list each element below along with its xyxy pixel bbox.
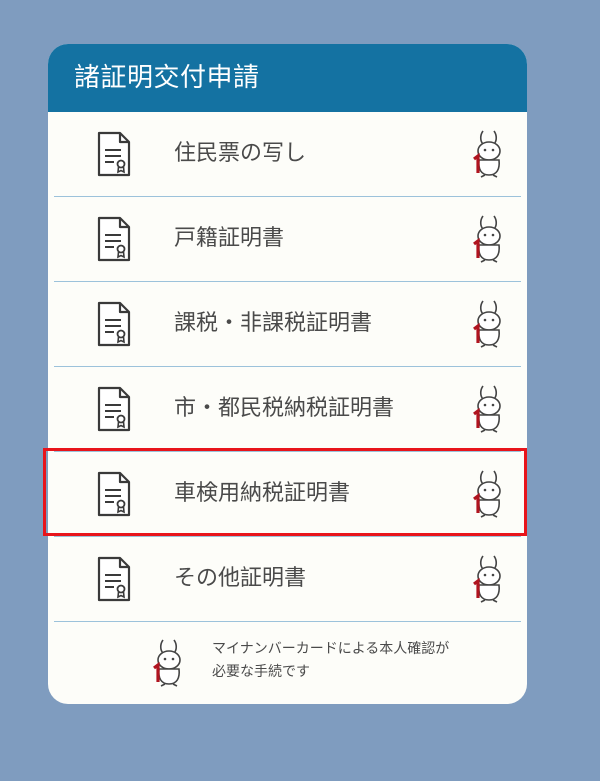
- note-line-1: マイナンバーカードによる本人確認が: [212, 641, 450, 657]
- certificate-request-panel: 諸証明交付申請 住民票の写し 戸籍証明書 課税・非課税証明書 市・都民税納税証明…: [48, 44, 527, 704]
- list-item-label: 市・都民税納税証明書: [174, 396, 395, 421]
- mynumber-card-icon: [472, 469, 506, 519]
- list-item-label: 車検用納税証明書: [174, 481, 351, 506]
- document-icon: [96, 131, 132, 177]
- note-text: マイナンバーカードによる本人確認が 必要な手続です: [212, 638, 522, 684]
- list-item-juminhyo[interactable]: 住民票の写し: [54, 112, 521, 197]
- list-item-sonota[interactable]: その他証明書: [54, 537, 521, 622]
- list-item-label: 課税・非課税証明書: [174, 311, 373, 336]
- mynumber-card-icon: [472, 384, 506, 434]
- mynumber-note: マイナンバーカードによる本人確認が 必要な手続です: [152, 634, 522, 694]
- list-item-koseki[interactable]: 戸籍証明書: [54, 197, 521, 282]
- panel-title: 諸証明交付申請: [48, 44, 527, 112]
- list-item-kazei[interactable]: 課税・非課税証明書: [54, 282, 521, 367]
- mynumber-card-icon: [472, 129, 506, 179]
- document-icon: [96, 556, 132, 602]
- document-icon: [96, 216, 132, 262]
- certificate-list: 住民票の写し 戸籍証明書 課税・非課税証明書 市・都民税納税証明書 車検用納税証…: [48, 112, 527, 622]
- list-item-label: 住民票の写し: [174, 141, 307, 166]
- list-item-shaken[interactable]: 車検用納税証明書: [54, 452, 521, 537]
- mynumber-card-icon: [472, 554, 506, 604]
- document-icon: [96, 471, 132, 517]
- list-item-label: その他証明書: [174, 566, 307, 591]
- mynumber-card-icon: [472, 299, 506, 349]
- document-icon: [96, 386, 132, 432]
- list-item-nouzei[interactable]: 市・都民税納税証明書: [54, 367, 521, 452]
- mynumber-card-icon: [152, 638, 186, 688]
- mynumber-card-icon: [472, 214, 506, 264]
- note-line-2: 必要な手続です: [212, 664, 310, 680]
- list-item-label: 戸籍証明書: [174, 226, 285, 251]
- document-icon: [96, 301, 132, 347]
